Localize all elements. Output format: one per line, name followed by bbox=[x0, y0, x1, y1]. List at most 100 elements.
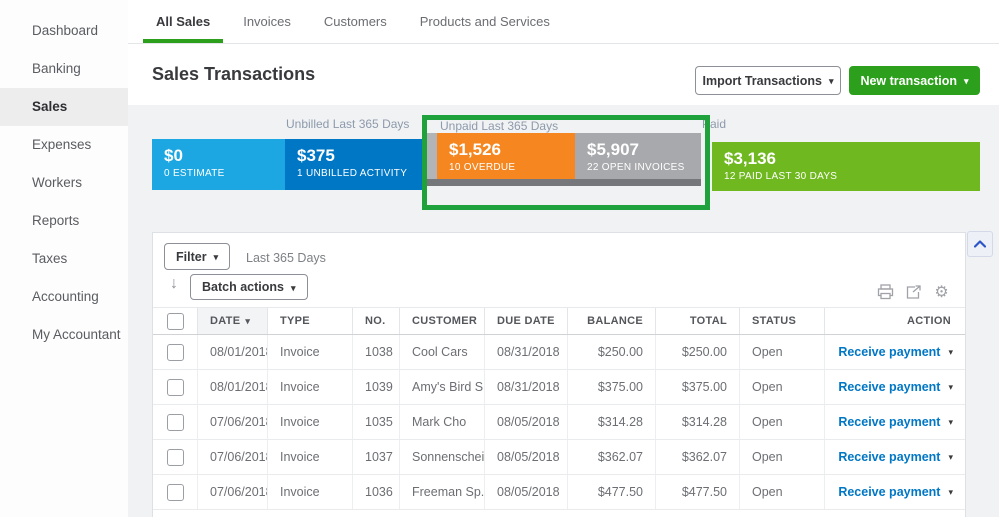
table-row[interactable]: 07/06/2018 Invoice 1036 Freeman Sp... 08… bbox=[153, 475, 965, 510]
balance-cell: $362.07 bbox=[567, 440, 655, 474]
no-cell: 1037 bbox=[352, 440, 399, 474]
sidebar-item-dashboard[interactable]: Dashboard bbox=[0, 12, 128, 50]
receive-payment-link[interactable]: Receive payment bbox=[838, 345, 940, 359]
sidebar-item-taxes[interactable]: Taxes bbox=[0, 240, 128, 278]
caret-down-icon[interactable]: ▾ bbox=[948, 417, 953, 428]
date-cell: 07/06/2018 bbox=[197, 440, 267, 474]
moneybar-estimates-segment[interactable]: $0 0 ESTIMATE bbox=[152, 139, 285, 190]
caret-down-icon: ▾ bbox=[964, 76, 969, 87]
customer-cell: Freeman Sp... bbox=[399, 475, 484, 509]
new-transaction-button[interactable]: New transaction ▾ bbox=[849, 66, 980, 95]
moneybar-overdue-segment[interactable]: $1,526 10 OVERDUE bbox=[437, 133, 575, 179]
moneybar-open-invoices-segment[interactable]: $5,907 22 OPEN INVOICES bbox=[575, 133, 701, 179]
column-header-date[interactable]: DATE ▾ bbox=[197, 308, 267, 334]
row-checkbox[interactable] bbox=[167, 484, 184, 501]
paid-group-label: Paid bbox=[702, 117, 726, 131]
type-cell: Invoice bbox=[267, 440, 352, 474]
chevron-up-icon bbox=[974, 240, 986, 248]
table-row[interactable]: 08/01/2018 Invoice 1038 Cool Cars 08/31/… bbox=[153, 335, 965, 370]
column-header-due-date[interactable]: DUE DATE bbox=[484, 308, 567, 334]
sidebar-item-sales[interactable]: Sales bbox=[0, 88, 128, 126]
table-body: 08/01/2018 Invoice 1038 Cool Cars 08/31/… bbox=[153, 335, 965, 510]
status-cell: Open bbox=[739, 335, 824, 369]
total-cell: $477.50 bbox=[655, 475, 739, 509]
row-checkbox[interactable] bbox=[167, 379, 184, 396]
estimates-amount: $0 bbox=[164, 146, 285, 166]
customer-cell: Mark Cho bbox=[399, 405, 484, 439]
customer-cell: Cool Cars bbox=[399, 335, 484, 369]
customer-cell: Sonnenschei... bbox=[399, 440, 484, 474]
tab-customers[interactable]: Customers bbox=[311, 0, 400, 43]
import-transactions-button[interactable]: Import Transactions ▾ bbox=[695, 66, 841, 95]
status-cell: Open bbox=[739, 405, 824, 439]
receive-payment-link[interactable]: Receive payment bbox=[838, 485, 940, 499]
tab-all-sales[interactable]: All Sales bbox=[143, 0, 223, 43]
no-cell: 1035 bbox=[352, 405, 399, 439]
column-header-no[interactable]: NO. bbox=[352, 308, 399, 334]
due-date-cell: 08/05/2018 bbox=[484, 475, 567, 509]
paid-amount: $3,136 bbox=[724, 149, 980, 169]
table-row[interactable]: 07/06/2018 Invoice 1037 Sonnenschei... 0… bbox=[153, 440, 965, 475]
column-header-balance[interactable]: BALANCE bbox=[567, 308, 655, 334]
page-header: Sales Transactions Import Transactions ▾… bbox=[128, 44, 999, 105]
row-checkbox[interactable] bbox=[167, 449, 184, 466]
column-header-customer[interactable]: CUSTOMER bbox=[399, 308, 484, 334]
date-header-label: DATE bbox=[210, 315, 240, 327]
sidebar: Dashboard Banking Sales Expenses Workers… bbox=[0, 0, 128, 517]
sidebar-item-reports[interactable]: Reports bbox=[0, 202, 128, 240]
sidebar-item-my-accountant[interactable]: My Accountant bbox=[0, 316, 128, 354]
column-header-type[interactable]: TYPE bbox=[267, 308, 352, 334]
checkbox-cell bbox=[153, 370, 197, 404]
filter-current-value: Last 365 Days bbox=[246, 251, 326, 265]
checkbox-cell bbox=[153, 475, 197, 509]
caret-down-icon[interactable]: ▾ bbox=[948, 487, 953, 498]
moneybar-paid-segment[interactable]: $3,136 12 PAID LAST 30 DAYS bbox=[712, 142, 980, 191]
batch-actions-button[interactable]: Batch actions ▾ bbox=[190, 274, 308, 300]
moneybar-unbilled-segment[interactable]: $375 1 UNBILLED ACTIVITY bbox=[285, 139, 424, 190]
row-checkbox[interactable] bbox=[167, 414, 184, 431]
table-row[interactable]: 07/06/2018 Invoice 1035 Mark Cho 08/05/2… bbox=[153, 405, 965, 440]
sidebar-item-workers[interactable]: Workers bbox=[0, 164, 128, 202]
table-header-row: DATE ▾ TYPE NO. CUSTOMER DUE DATE BALANC… bbox=[153, 307, 965, 335]
column-header-status[interactable]: STATUS bbox=[739, 308, 824, 334]
unpaid-group-shadow bbox=[426, 179, 701, 186]
export-icon[interactable] bbox=[905, 283, 922, 300]
caret-down-icon[interactable]: ▾ bbox=[948, 452, 953, 463]
balance-cell: $375.00 bbox=[567, 370, 655, 404]
balance-cell: $314.28 bbox=[567, 405, 655, 439]
caret-down-icon[interactable]: ▾ bbox=[948, 382, 953, 393]
tab-invoices[interactable]: Invoices bbox=[230, 0, 304, 43]
select-all-checkbox[interactable] bbox=[167, 313, 184, 330]
type-cell: Invoice bbox=[267, 370, 352, 404]
receive-payment-link[interactable]: Receive payment bbox=[838, 415, 940, 429]
sidebar-item-banking[interactable]: Banking bbox=[0, 50, 128, 88]
column-header-action[interactable]: ACTION bbox=[824, 308, 965, 334]
transactions-panel: Filter ▾ Last 365 Days ↓ Batch actions ▾ bbox=[152, 232, 966, 517]
no-cell: 1039 bbox=[352, 370, 399, 404]
print-icon[interactable] bbox=[877, 283, 894, 300]
gear-icon[interactable]: ⚙ bbox=[933, 283, 950, 300]
batch-actions-label: Batch actions bbox=[202, 280, 284, 294]
action-cell: Receive payment ▾ bbox=[824, 370, 965, 404]
receive-payment-link[interactable]: Receive payment bbox=[838, 380, 940, 394]
caret-down-icon[interactable]: ▾ bbox=[948, 347, 953, 358]
tab-products-and-services[interactable]: Products and Services bbox=[407, 0, 563, 43]
column-header-total[interactable]: TOTAL bbox=[655, 308, 739, 334]
receive-payment-link[interactable]: Receive payment bbox=[838, 450, 940, 464]
sidebar-item-accounting[interactable]: Accounting bbox=[0, 278, 128, 316]
sidebar-item-expenses[interactable]: Expenses bbox=[0, 126, 128, 164]
open-invoices-caption: 22 OPEN INVOICES bbox=[587, 162, 701, 173]
caret-down-icon: ▾ bbox=[214, 252, 219, 263]
date-cell: 08/01/2018 bbox=[197, 370, 267, 404]
select-all-cell bbox=[153, 308, 197, 334]
quickbooks-sales-page: Dashboard Banking Sales Expenses Workers… bbox=[0, 0, 999, 517]
scroll-top-button[interactable] bbox=[967, 231, 993, 257]
row-checkbox[interactable] bbox=[167, 344, 184, 361]
table-row[interactable]: 08/01/2018 Invoice 1039 Amy's Bird S... … bbox=[153, 370, 965, 405]
download-arrow-icon[interactable]: ↓ bbox=[170, 275, 178, 293]
estimates-caption: 0 ESTIMATE bbox=[164, 168, 285, 179]
filter-button[interactable]: Filter ▾ bbox=[164, 243, 230, 270]
action-cell: Receive payment ▾ bbox=[824, 405, 965, 439]
new-transaction-label: New transaction bbox=[860, 74, 957, 88]
open-invoices-amount: $5,907 bbox=[587, 140, 701, 160]
